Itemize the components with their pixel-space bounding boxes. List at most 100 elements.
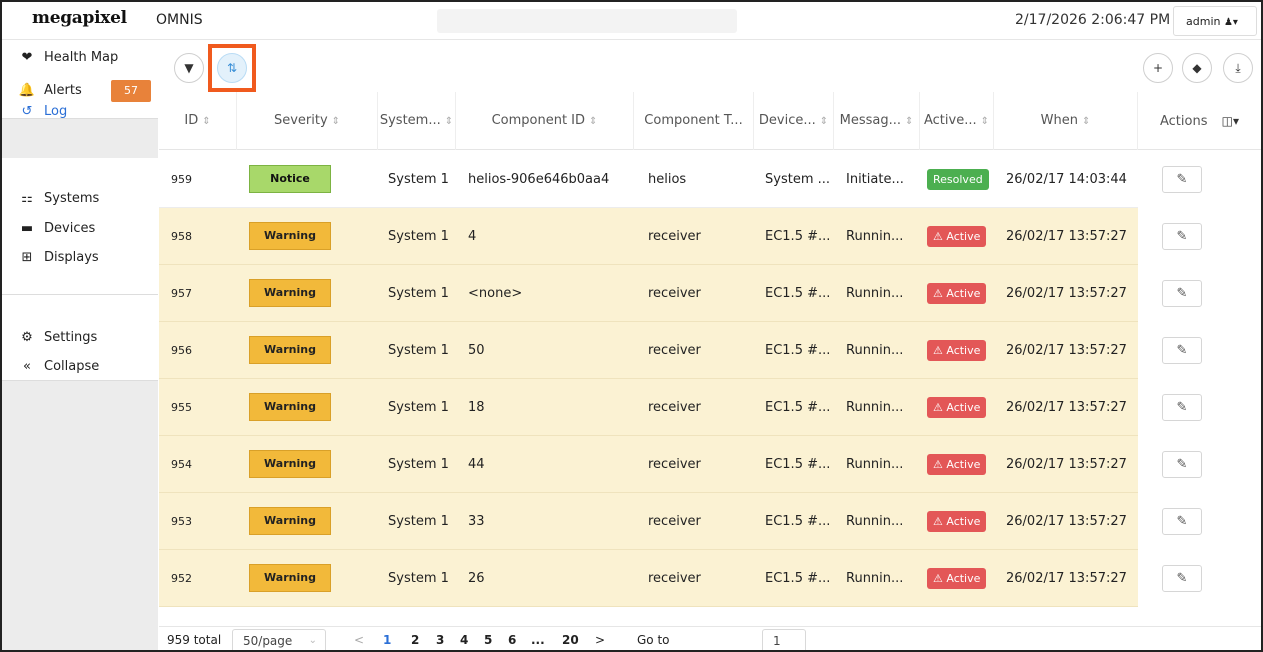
edit-button[interactable]: ✎ (1162, 451, 1202, 478)
sidebar-item-displays[interactable]: ⊞ Displays (18, 247, 99, 267)
filter-button[interactable]: ▼ (174, 53, 204, 83)
sidebar-item-collapse[interactable]: « Collapse (18, 356, 99, 376)
cell-id: 953 (171, 515, 192, 528)
goto-label: Go to (637, 633, 670, 647)
goto-page-value: 1 (773, 634, 781, 648)
cell-actions: ✎ (1138, 379, 1261, 436)
user-dropdown-icon: ♟▾ (1223, 17, 1238, 28)
tag-button[interactable]: ◆ (1182, 53, 1212, 83)
column-header-system[interactable]: System... ⇕ (378, 92, 456, 150)
goto-page-input[interactable]: 1 (762, 629, 806, 650)
column-header-device[interactable]: Device... ⇕ (754, 92, 834, 150)
top-bar: megapixel OMNIS 2/17/2026 2:06:47 PM adm… (2, 2, 1261, 40)
table-row[interactable]: 954 System 1 44 receiver EC1.5 #... Runnin...… (159, 436, 1261, 493)
column-settings-icon[interactable]: ◫▾ (1222, 114, 1239, 128)
cell-system: System 1 (388, 343, 449, 358)
table-row[interactable]: 959 System 1 helios-906e646b0aa4 helios Syst… (159, 151, 1261, 208)
sidebar-item-health-map[interactable]: ❤ Health Map (18, 47, 119, 67)
sidebar-group-resources: ⚏ Systems ▬ Devices ⊞ Displays (2, 158, 158, 295)
severity-badge: Warning (249, 450, 331, 478)
column-header-severity[interactable]: Severity ⇕ (237, 92, 378, 150)
pages-ellipsis[interactable]: ... (531, 627, 545, 650)
column-header-component-type[interactable]: Component T... (634, 92, 754, 150)
cell-actions: ✎ (1138, 436, 1261, 493)
page-size-select[interactable]: 50/page ⌄ (232, 629, 326, 650)
cell-system: System 1 (388, 571, 449, 586)
sort-icon[interactable]: ⇕ (445, 116, 453, 127)
cell-when: 26/02/17 13:57:27 (1006, 400, 1127, 415)
column-header-id[interactable]: ID ⇕ (159, 92, 237, 150)
tag-icon: ◆ (1192, 61, 1202, 75)
cell-component-type: receiver (648, 457, 701, 472)
edit-button[interactable]: ✎ (1162, 508, 1202, 535)
sort-icon[interactable]: ⇕ (589, 116, 597, 127)
warning-icon: ⚠ (933, 287, 947, 300)
page-1[interactable]: 1 (383, 627, 391, 650)
page-20[interactable]: 20 (562, 627, 579, 650)
add-button[interactable]: + (1143, 53, 1173, 83)
edit-button[interactable]: ✎ (1162, 223, 1202, 250)
cell-message: Runnin... (846, 286, 904, 301)
status-label: Active (946, 458, 981, 471)
column-header-label: Component T... (644, 113, 743, 128)
cell-actions: ✎ (1138, 265, 1261, 322)
sidebar-item-alerts[interactable]: 🔔 Alerts (18, 80, 82, 100)
sort-icon[interactable]: ⇕ (905, 116, 913, 127)
sort-icon[interactable]: ⇕ (820, 116, 828, 127)
cell-component-id: 33 (468, 514, 485, 529)
page-3[interactable]: 3 (436, 627, 444, 650)
severity-badge: Warning (249, 336, 331, 364)
cell-id: 956 (171, 344, 192, 357)
next-page-button[interactable]: > (595, 627, 605, 650)
edit-button[interactable]: ✎ (1162, 565, 1202, 592)
prev-page-button[interactable]: < (354, 627, 364, 650)
sidebar-item-label: Settings (44, 329, 98, 345)
clock: 2/17/2026 2:06:47 PM (1015, 12, 1171, 28)
column-header-actions: Actions ◫▾ (1138, 92, 1261, 150)
column-header-label: Device... (758, 113, 816, 128)
cell-system: System 1 (388, 400, 449, 415)
download-button[interactable]: ⤓ (1223, 53, 1253, 83)
page-2[interactable]: 2 (411, 627, 419, 650)
column-header-component-id[interactable]: Component ID ⇕ (456, 92, 634, 150)
column-header-active[interactable]: Active... ⇕ (920, 92, 994, 150)
cell-component-type: receiver (648, 571, 701, 586)
column-header-when[interactable]: When ⇕ (994, 92, 1138, 150)
table-row[interactable]: 952 System 1 26 receiver EC1.5 #... Runnin...… (159, 550, 1261, 607)
edit-button[interactable]: ✎ (1162, 166, 1202, 193)
page-5[interactable]: 5 (484, 627, 492, 650)
sidebar-item-systems[interactable]: ⚏ Systems (18, 188, 99, 208)
page-6[interactable]: 6 (508, 627, 516, 650)
sidebar-item-devices[interactable]: ▬ Devices (18, 218, 95, 238)
status-badge: ⚠ Active (927, 568, 987, 589)
sidebar-item-label: Health Map (44, 49, 119, 65)
sidebar-item-label: Alerts (44, 82, 82, 98)
bell-icon: 🔔 (18, 82, 36, 98)
sort-icon[interactable]: ⇕ (1082, 116, 1090, 127)
edit-button[interactable]: ✎ (1162, 394, 1202, 421)
cell-device: EC1.5 #... (765, 286, 831, 301)
cell-device: EC1.5 #... (765, 229, 831, 244)
table-row[interactable]: 955 System 1 18 receiver EC1.5 #... Runnin...… (159, 379, 1261, 436)
app-title: OMNIS (156, 12, 203, 28)
table-row[interactable]: 957 System 1 <none> receiver EC1.5 #... Runni… (159, 265, 1261, 322)
edit-button[interactable]: ✎ (1162, 337, 1202, 364)
table-row[interactable]: 956 System 1 50 receiver EC1.5 #... Runnin...… (159, 322, 1261, 379)
cell-message: Runnin... (846, 571, 904, 586)
chevron-down-icon: ⌄ (308, 635, 317, 646)
table-row[interactable]: 958 System 1 4 receiver EC1.5 #... Runnin... 2… (159, 208, 1261, 265)
cell-actions: ✎ (1138, 151, 1261, 208)
sort-icon[interactable]: ⇕ (202, 116, 210, 127)
column-header-message[interactable]: Messag... ⇕ (834, 92, 920, 150)
sidebar-item-settings[interactable]: ⚙ Settings (18, 327, 97, 347)
user-menu-button[interactable]: admin ♟▾ (1173, 6, 1257, 36)
top-search-bar[interactable] (437, 9, 737, 33)
edit-button[interactable]: ✎ (1162, 280, 1202, 307)
sort-icon[interactable]: ⇕ (981, 116, 989, 127)
status-label: Resolved (933, 173, 983, 186)
cell-actions: ✎ (1138, 208, 1261, 265)
sort-icon[interactable]: ⇕ (332, 116, 340, 127)
page-4[interactable]: 4 (460, 627, 468, 650)
table-row[interactable]: 953 System 1 33 receiver EC1.5 #... Runnin...… (159, 493, 1261, 550)
sidebar-item-log[interactable]: ↺ Log (18, 104, 68, 119)
